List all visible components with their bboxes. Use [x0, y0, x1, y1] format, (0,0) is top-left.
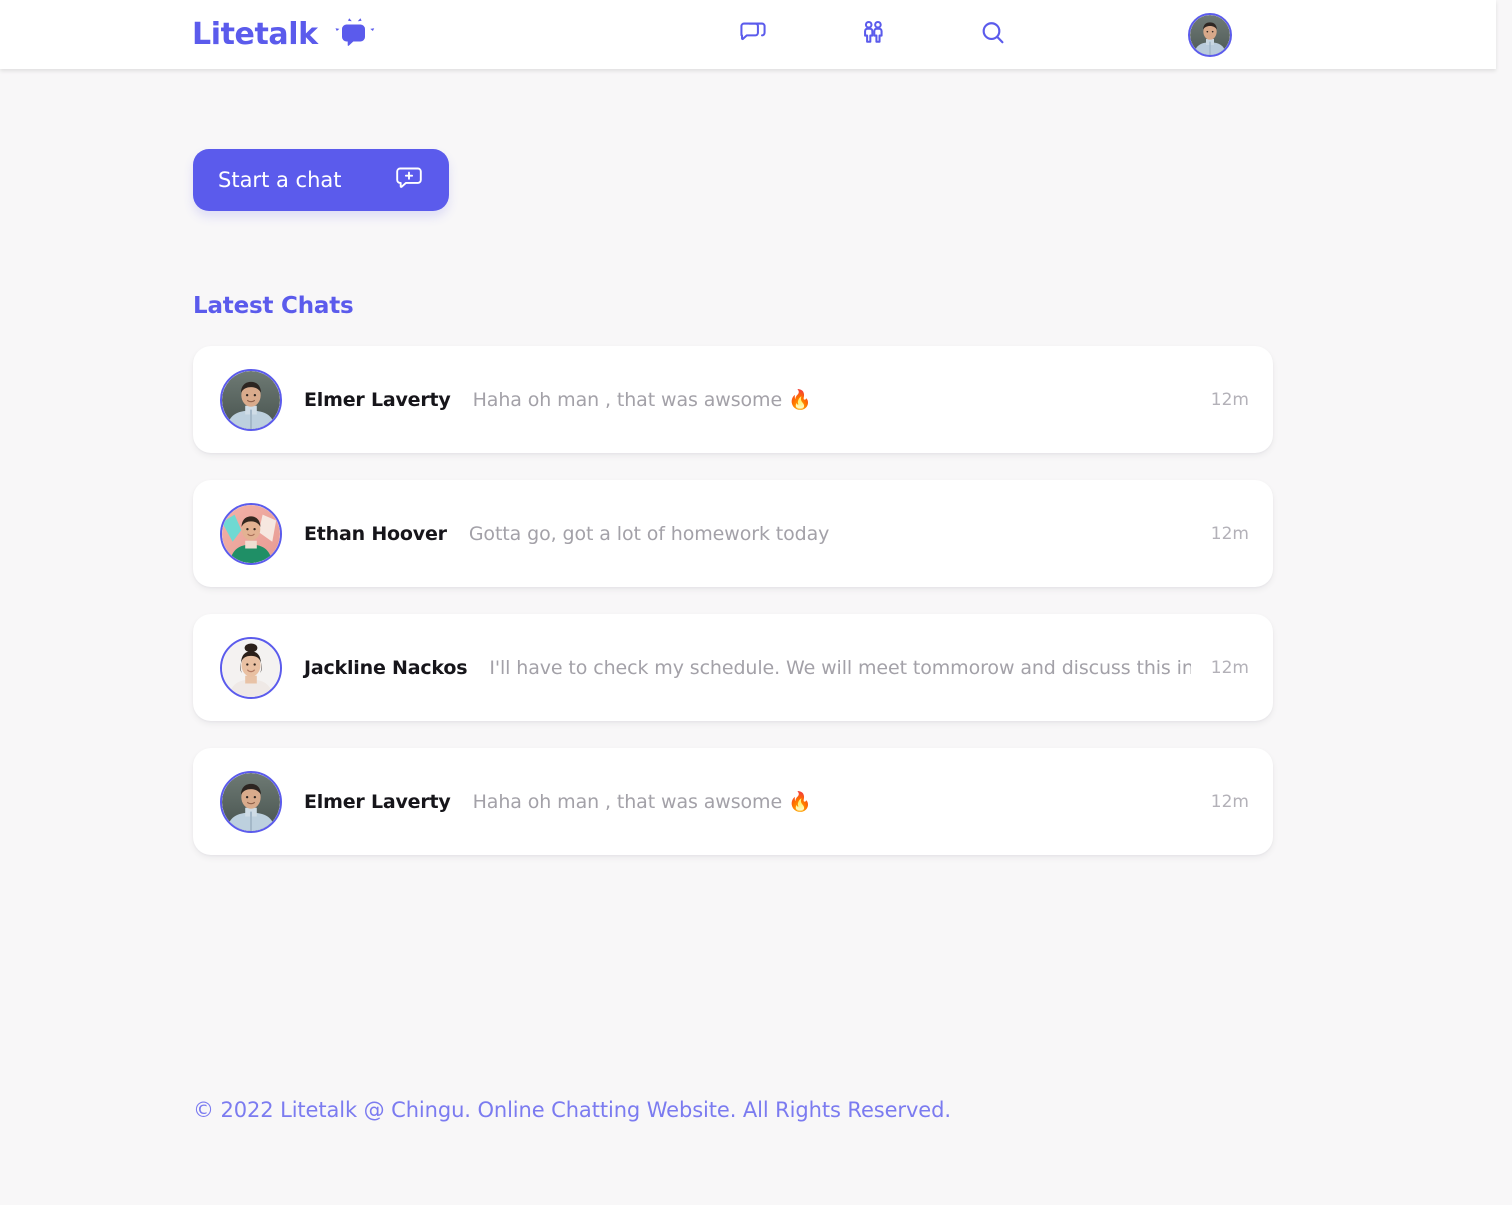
avatar [220, 368, 282, 431]
new-message-icon [393, 163, 425, 198]
chat-name: Jackline Nackos [304, 656, 468, 679]
avatar-image-elmer [222, 370, 280, 429]
page-title: Latest Chats [193, 293, 354, 319]
chat-list-item[interactable]: Jackline Nackos I'll have to check my sc… [193, 614, 1273, 721]
search-icon [978, 18, 1008, 51]
app-header: Litetalk [0, 0, 1496, 69]
speech-bubble-sparkle-icon [332, 15, 378, 55]
avatar-image-jackline [222, 638, 280, 697]
avatar [220, 636, 282, 699]
chat-name: Ethan Hoover [304, 522, 447, 545]
chat-name: Elmer Laverty [304, 790, 451, 813]
avatar-image-elmer [222, 772, 280, 831]
chat-name: Elmer Laverty [304, 388, 451, 411]
avatar [220, 502, 282, 565]
footer-copyright: © 2022 Litetalk @ Chingu. Online Chattin… [193, 1098, 951, 1122]
avatar-image-ethan [222, 504, 280, 563]
chats-icon [738, 18, 768, 51]
chat-list: Elmer Laverty Haha oh man , that was aws… [193, 346, 1273, 855]
chat-list-item[interactable]: Elmer Laverty Haha oh man , that was aws… [193, 748, 1273, 855]
nav-search-button[interactable] [973, 15, 1013, 55]
chat-list-item[interactable]: Ethan Hoover Gotta go, got a lot of home… [193, 480, 1273, 587]
brand-name: Litetalk [192, 17, 318, 52]
header-nav [733, 15, 1013, 55]
friends-icon [858, 18, 888, 51]
start-chat-button[interactable]: Start a chat [193, 149, 449, 211]
chat-timestamp: 12m [1210, 791, 1249, 812]
chat-list-item[interactable]: Elmer Laverty Haha oh man , that was aws… [193, 346, 1273, 453]
chat-timestamp: 12m [1210, 389, 1249, 410]
nav-friends-button[interactable] [853, 15, 893, 55]
main-content: Start a chat Latest Chats Elmer Laverty … [0, 69, 1512, 855]
brand-logo[interactable]: Litetalk [192, 15, 378, 55]
chat-timestamp: 12m [1210, 657, 1249, 678]
avatar [220, 770, 282, 833]
nav-chats-button[interactable] [733, 15, 773, 55]
chat-timestamp: 12m [1210, 523, 1249, 544]
chat-preview-message: I'll have to check my schedule. We will … [489, 656, 1191, 679]
chat-preview-message: Haha oh man , that was awsome 🔥 [472, 791, 812, 813]
start-chat-label: Start a chat [218, 167, 342, 192]
chat-preview-message: Haha oh man , that was awsome 🔥 [472, 389, 812, 411]
avatar-image [1189, 14, 1230, 55]
profile-avatar[interactable] [1187, 12, 1232, 57]
chat-preview-message: Gotta go, got a lot of homework today [468, 522, 830, 545]
